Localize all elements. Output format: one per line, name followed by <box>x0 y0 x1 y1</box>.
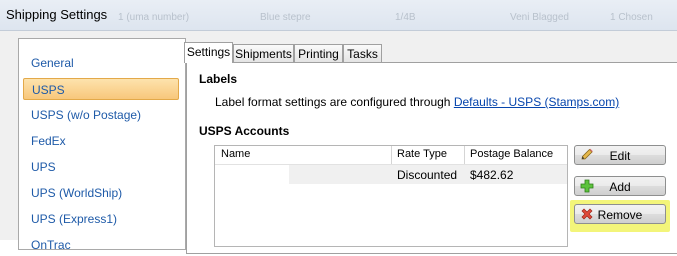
tab-shipments[interactable]: Shipments <box>233 44 294 62</box>
defaults-usps-link[interactable]: Defaults - USPS (Stamps.com) <box>454 95 619 109</box>
dialog-client-area: General USPS USPS (w/o Postage) FedEx UP… <box>0 31 677 254</box>
sidebar-item-ups-express1[interactable]: UPS (Express1) <box>23 208 179 230</box>
sidebar-item-ups-worldship[interactable]: UPS (WorldShip) <box>23 182 179 204</box>
title-bar: Shipping Settings 1 (uma number) Blue st… <box>0 0 677 31</box>
carrier-list[interactable]: General USPS USPS (w/o Postage) FedEx UP… <box>18 38 186 252</box>
tab-printing[interactable]: Printing <box>294 44 343 62</box>
background-text: 1 Chosen <box>610 12 653 23</box>
usps-accounts-grid[interactable]: Name Rate Type Postage Balance Discounte… <box>214 145 568 247</box>
sidebar-item-usps-no-postage[interactable]: USPS (w/o Postage) <box>23 104 179 126</box>
remove-button-label: Remove <box>597 208 643 222</box>
sidebar-item-ontrac[interactable]: OnTrac <box>23 234 179 256</box>
tab-settings[interactable]: Settings <box>184 42 233 63</box>
usps-accounts-heading: USPS Accounts <box>199 124 290 138</box>
remove-button[interactable]: Remove <box>574 204 666 224</box>
labels-description: Label format settings are configured thr… <box>215 95 619 109</box>
background-text: 1 (uma number) <box>118 12 190 23</box>
background-text: Veni Blagged <box>510 12 569 23</box>
column-header-rate-type[interactable]: Rate Type <box>397 148 447 160</box>
column-header-postage-balance[interactable]: Postage Balance <box>470 148 553 160</box>
edit-button[interactable]: Edit <box>574 145 666 165</box>
cell-rate-type: Discounted <box>397 168 458 182</box>
add-button[interactable]: Add <box>574 176 666 196</box>
sidebar-item-ups[interactable]: UPS <box>23 156 179 178</box>
add-button-label: Add <box>609 180 631 194</box>
column-separator <box>391 146 392 164</box>
window-title: Shipping Settings <box>6 7 108 22</box>
background-text: 1/4B <box>395 12 416 23</box>
sidebar-item-usps[interactable]: USPS <box>23 78 179 100</box>
background-text: Blue stepre <box>260 12 311 23</box>
tab-tasks[interactable]: Tasks <box>343 44 382 62</box>
sidebar-item-fedex[interactable]: FedEx <box>23 130 179 152</box>
column-header-name[interactable]: Name <box>221 148 250 160</box>
sidebar-item-general[interactable]: General <box>23 52 179 74</box>
column-separator <box>464 146 465 164</box>
grid-header: Name Rate Type Postage Balance <box>215 146 567 165</box>
edit-button-label: Edit <box>609 149 631 163</box>
labels-description-text: Label format settings are configured thr… <box>215 95 451 109</box>
cell-postage-balance: $482.62 <box>470 168 514 182</box>
labels-heading: Labels <box>199 72 238 86</box>
